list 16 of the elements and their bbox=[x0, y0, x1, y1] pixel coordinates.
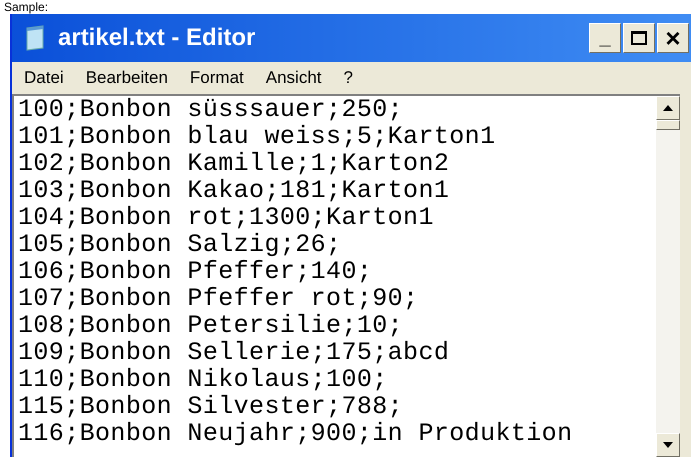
menu-item[interactable]: Format bbox=[190, 65, 244, 91]
menu-item[interactable]: Bearbeiten bbox=[86, 65, 168, 91]
maximize-icon bbox=[631, 31, 647, 45]
minimize-button[interactable]: _ bbox=[589, 23, 621, 53]
down-arrow-icon bbox=[663, 442, 673, 448]
scroll-thumb[interactable] bbox=[656, 120, 680, 130]
menu-item[interactable]: Ansicht bbox=[266, 65, 322, 91]
window-title: artikel.txt - Editor bbox=[58, 23, 256, 53]
menu-item[interactable]: ? bbox=[344, 65, 353, 91]
scrollbar[interactable] bbox=[656, 96, 680, 457]
caption: Sample: bbox=[3, 0, 50, 14]
close-button[interactable]: × bbox=[657, 23, 689, 53]
notepad-icon bbox=[24, 25, 46, 51]
maximize-button[interactable] bbox=[623, 23, 655, 53]
menu-item[interactable]: Datei bbox=[24, 65, 64, 91]
up-arrow-icon bbox=[663, 105, 673, 111]
